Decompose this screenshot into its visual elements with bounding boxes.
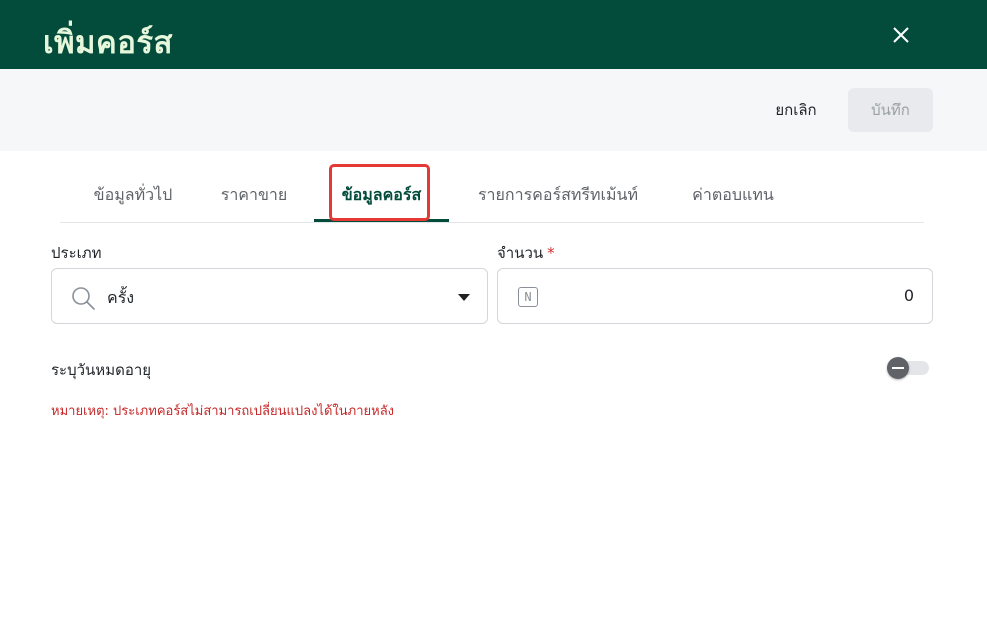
required-mark: * [547, 244, 555, 262]
dialog-header: เพิ่มคอร์ส [0, 0, 987, 69]
number-icon: N [518, 287, 538, 307]
save-button[interactable]: บันทึก [848, 88, 933, 132]
caret-down-icon [458, 294, 470, 301]
quantity-label-text: จำนวน [497, 244, 544, 262]
tab-treatment-items[interactable]: รายการคอร์สทรีทเม้นท์ [462, 168, 654, 223]
type-select[interactable]: ครั้ง [51, 268, 488, 324]
type-select-value: ครั้ง [107, 288, 135, 307]
quantity-label: จำนวน * [497, 241, 555, 265]
active-tab-indicator [314, 219, 449, 222]
close-icon[interactable] [886, 20, 916, 50]
action-bar: ยกเลิก บันทึก [0, 69, 987, 151]
tab-selling-price[interactable]: ราคาขาย [208, 168, 300, 223]
quantity-input[interactable]: N 0 [497, 268, 933, 324]
expiry-toggle[interactable] [887, 357, 931, 379]
toggle-knob [887, 357, 909, 379]
type-label: ประเภท [51, 244, 102, 262]
dialog-title: เพิ่มคอร์ส [43, 25, 173, 61]
expiry-label: ระบุวันหมดอายุ [51, 361, 152, 379]
search-icon [72, 287, 95, 310]
tab-compensation[interactable]: ค่าตอบแทน [678, 168, 788, 223]
cancel-button[interactable]: ยกเลิก [760, 89, 832, 131]
quantity-value: 0 [903, 286, 914, 305]
tab-bar: ข้อมูลทั่วไป ราคาขาย ข้อมูลคอร์ส รายการค… [60, 168, 924, 223]
tab-general-info[interactable]: ข้อมูลทั่วไป [68, 168, 198, 223]
note-text: หมายเหตุ: ประเภทคอร์สไม่สามารถเปลี่ยนแปล… [51, 404, 395, 419]
tab-course-info[interactable]: ข้อมูลคอร์ส [314, 168, 449, 223]
